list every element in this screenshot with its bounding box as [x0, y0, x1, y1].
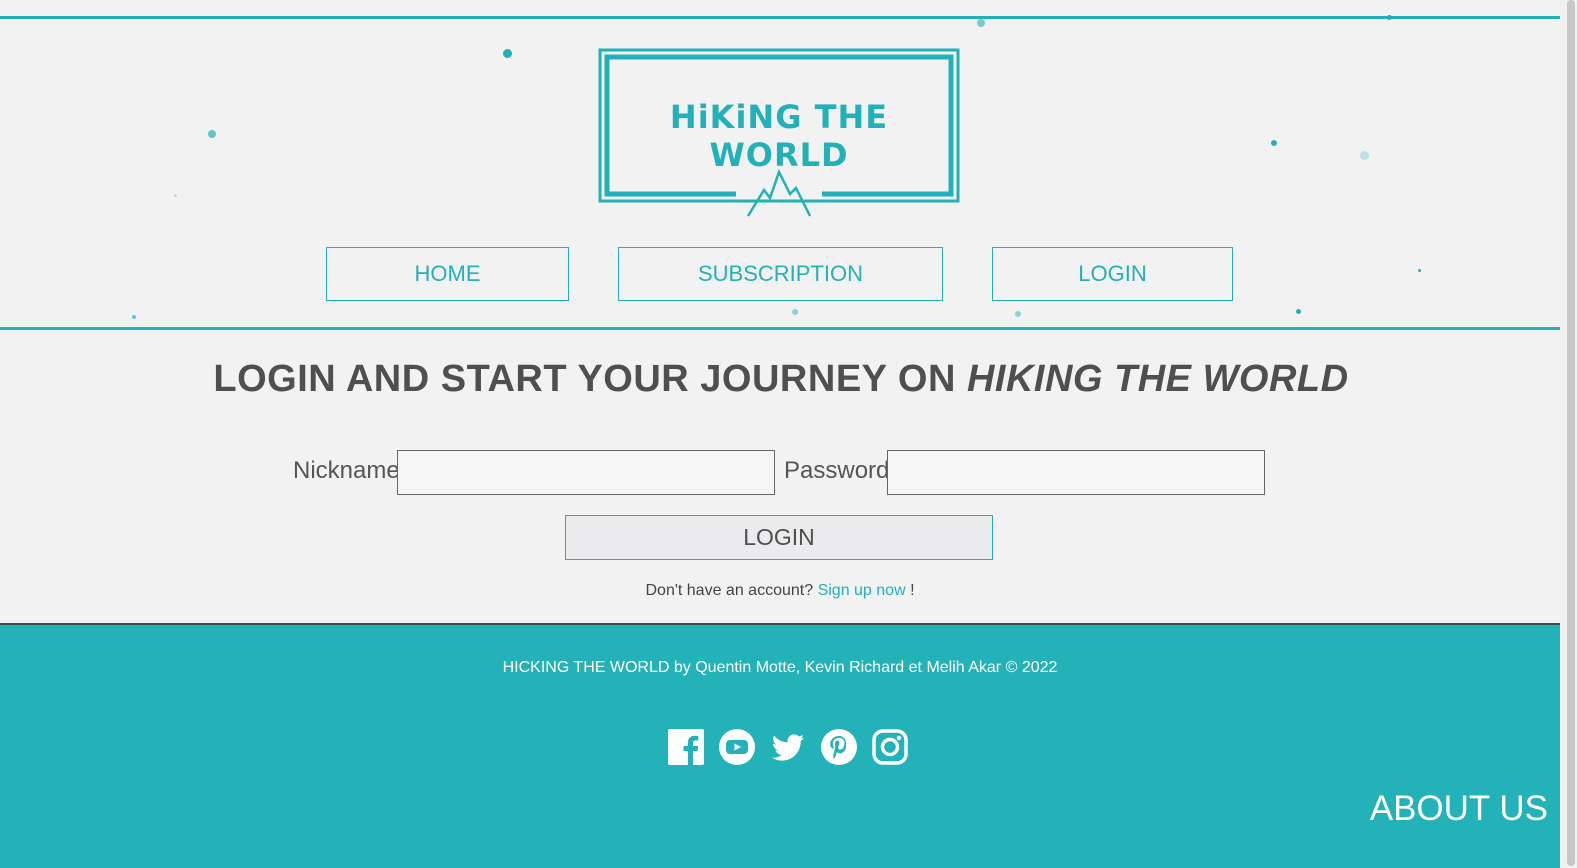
logo-text: HiKiNG THE WORLD	[669, 98, 889, 174]
social-links	[668, 729, 908, 765]
decor-dot	[1418, 269, 1421, 272]
signup-link[interactable]: Sign up now	[818, 582, 906, 599]
login-submit-button[interactable]: LOGIN	[565, 515, 993, 560]
site-logo[interactable]: HiKiNG THE WORLD	[598, 48, 960, 217]
site-footer: HICKING THE WORLD by Quentin Motte, Kevi…	[0, 623, 1560, 868]
nav-login-button[interactable]: LOGIN	[992, 247, 1233, 301]
signup-prefix: Don't have an account?	[645, 582, 814, 599]
signup-prompt: Don't have an account? Sign up now !	[0, 582, 1560, 600]
decor-dot	[792, 309, 798, 315]
facebook-icon[interactable]	[668, 729, 704, 765]
decor-dot	[1296, 309, 1301, 314]
nav-subscription-button[interactable]: SUBSCRIPTION	[618, 247, 943, 301]
scrollbar-thumb[interactable]	[1567, 0, 1575, 866]
decor-dot	[1271, 140, 1277, 146]
password-input[interactable]	[887, 450, 1265, 495]
page-title: LOGIN AND START YOUR JOURNEY ON HIKING T…	[0, 358, 1562, 401]
scrollbar[interactable]	[1560, 0, 1577, 866]
pinterest-icon[interactable]	[821, 729, 857, 765]
page-title-emphasis: HIKING THE WORLD	[966, 358, 1349, 400]
youtube-icon[interactable]	[719, 729, 755, 765]
about-us-link[interactable]: ABOUT US	[1370, 789, 1548, 829]
decor-dot	[1360, 151, 1369, 160]
nav-home-button[interactable]: HOME	[326, 247, 569, 301]
decor-dot	[503, 49, 512, 58]
nickname-input[interactable]	[397, 450, 775, 495]
decor-dot	[208, 130, 216, 138]
signup-suffix: !	[905, 582, 915, 599]
page-title-text: LOGIN AND START YOUR JOURNEY ON	[213, 358, 967, 400]
nickname-label: Nickname	[293, 457, 400, 484]
decor-dot	[1387, 15, 1392, 20]
decor-dot	[1015, 311, 1021, 317]
footer-credits: HICKING THE WORLD by Quentin Motte, Kevi…	[502, 659, 1058, 676]
decor-dot	[132, 315, 136, 319]
decor-dot	[977, 19, 985, 27]
twitter-icon[interactable]	[770, 729, 806, 765]
instagram-icon[interactable]	[872, 729, 908, 765]
decor-dot	[174, 194, 177, 197]
password-label: Password	[784, 457, 890, 484]
site-header: HiKiNG THE WORLD HOME SUBSCRIPTION LOGIN	[0, 15, 1560, 330]
